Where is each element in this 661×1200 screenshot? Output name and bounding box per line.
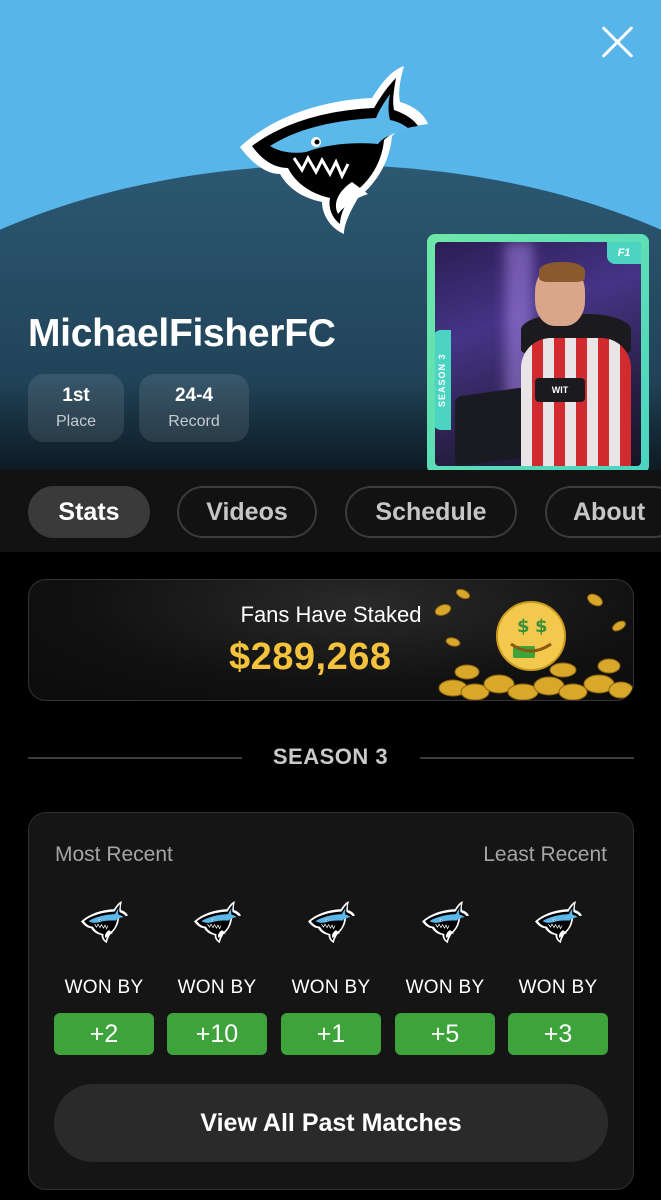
record-value: 24-4 [174,385,214,406]
place-chip: 1st Place [28,374,124,442]
stake-banner: $ $ Fans Have Staked $289,268 [28,579,634,701]
tab-schedule[interactable]: Schedule [345,486,517,538]
match-margin-badge: +10 [167,1013,267,1055]
shark-logo-icon [533,899,583,945]
card-season-tag: SEASON 3 [435,330,451,430]
shark-logo-icon [192,899,242,945]
least-recent-label: Least Recent [483,843,607,866]
match-margin-badge: +5 [395,1013,495,1055]
view-all-past-matches-button[interactable]: View All Past Matches [54,1084,608,1162]
match-result-label: WON BY [518,977,598,998]
close-icon[interactable] [599,24,635,60]
money-mouth-face-icon: $ $ [434,588,633,700]
match-item[interactable]: WON BY +2 [54,893,154,1055]
match-result-label: WON BY [291,977,371,998]
card-shirt [521,338,631,466]
card-sponsor: WIT [535,378,585,402]
match-result-label: WON BY [405,977,485,998]
season-divider-right [420,757,634,759]
match-margin-badge: +2 [54,1013,154,1055]
stake-title: Fans Have Staked [240,602,422,627]
record-chip: 24-4 Record [139,374,249,442]
tab-videos[interactable]: Videos [177,486,317,538]
recent-matches-panel: Most Recent Least Recent WON BY +2 WON B… [28,812,634,1190]
place-value: 1st [62,385,90,406]
shark-logo-icon [420,899,470,945]
place-label: Place [55,413,97,430]
card-hair [539,262,585,282]
match-item[interactable]: WON BY +5 [395,893,495,1055]
tab-about[interactable]: About [545,486,661,538]
player-card-photo: WIT SEASON 3 F1 [435,242,641,466]
most-recent-label: Most Recent [55,843,173,866]
shark-logo-icon [306,899,356,945]
card-monitor [455,387,525,466]
profile-header: MichaelFisherFC 1st Place 24-4 Record WI… [0,0,661,470]
card-brand-tag: F1 [607,242,641,264]
player-card[interactable]: WIT SEASON 3 F1 [427,234,649,470]
match-margin-badge: +3 [508,1013,608,1055]
shark-logo-icon [79,899,129,945]
match-item[interactable]: WON BY +10 [167,893,267,1055]
stake-amount: $289,268 [229,636,392,678]
match-item[interactable]: WON BY +3 [508,893,608,1055]
tab-bar: Stats Videos Schedule About [0,470,661,552]
record-label: Record [168,413,220,430]
player-name: MichaelFisherFC [28,312,336,355]
match-item[interactable]: WON BY +1 [281,893,381,1055]
tab-stats[interactable]: Stats [28,486,150,538]
match-result-label: WON BY [177,977,257,998]
match-margin-badge: +1 [281,1013,381,1055]
match-result-label: WON BY [64,977,144,998]
shark-logo-icon [232,62,432,237]
